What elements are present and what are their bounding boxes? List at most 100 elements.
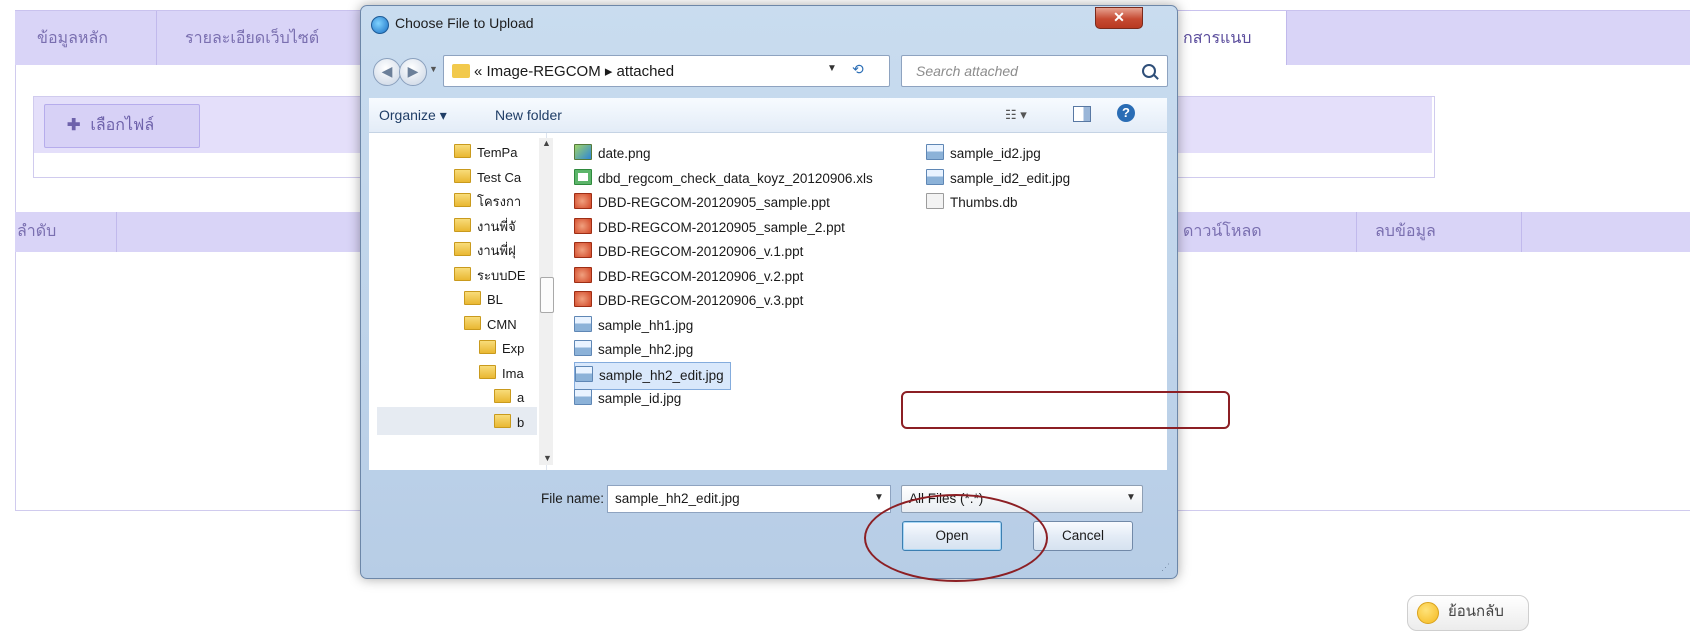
ie-icon [371, 16, 389, 34]
tree-folder-item[interactable]: Ima [479, 362, 524, 386]
search-input[interactable]: Search attached [901, 55, 1168, 87]
file-name: sample_id2.jpg [950, 146, 1041, 161]
address-path[interactable]: « Image-REGCOM ▸ attached [474, 62, 674, 80]
tree-folder-item[interactable]: งานพี่จั [454, 215, 516, 239]
tree-folder-item[interactable]: Test Ca [454, 166, 521, 190]
img-file-icon [574, 315, 592, 332]
file-item[interactable]: DBD-REGCOM-20120905_sample.ppt [574, 190, 830, 216]
folder-icon [454, 217, 471, 232]
new-folder-button[interactable]: New folder [495, 107, 562, 123]
folder-icon [494, 413, 511, 428]
choose-file-dialog: Choose File to Upload ✕ ◀ ▶ ▼ « Image-RE… [360, 5, 1230, 582]
arrow-left-icon: ◀ [381, 63, 393, 79]
file-name: dbd_regcom_check_data_koyz_20120906.xls [598, 170, 873, 186]
file-item[interactable]: dbd_regcom_check_data_koyz_20120906.xls [574, 166, 873, 192]
address-bar[interactable]: « Image-REGCOM ▸ attached ▼ ⟲ [443, 55, 890, 87]
view-options-icon[interactable]: ☷ ▾ [1005, 107, 1027, 123]
tree-folder-item[interactable]: b [494, 411, 524, 435]
folder-icon [452, 64, 470, 78]
tree-folder-label: Test Ca [477, 169, 522, 185]
folder-icon [454, 144, 471, 158]
file-item[interactable]: date.png [574, 141, 651, 167]
scroll-up-icon[interactable]: ▲ [542, 138, 551, 148]
file-name: sample_id.jpg [598, 391, 682, 406]
file-item[interactable]: sample_hh2.jpg [574, 337, 693, 363]
ppt-file-icon [574, 291, 592, 307]
recent-locations-dropdown-icon[interactable]: ▼ [429, 64, 438, 74]
tree-folder-item[interactable]: Exp [479, 337, 524, 361]
folder-tree[interactable]: TemPa Test Ca โครงกางานพี่จังานพี่ฝุระบบDE… [369, 133, 547, 470]
file-name: sample_id2_edit.jpg [950, 170, 1071, 186]
tree-folder-item[interactable]: CMN [464, 313, 517, 337]
tree-folder-label: งานพี่ฝุ [477, 243, 516, 258]
file-name: date.png [598, 146, 651, 161]
organize-menu[interactable]: Organize ▾ [379, 107, 447, 124]
address-dropdown-icon[interactable]: ▼ [827, 63, 837, 74]
dialog-toolbar: Organize ▾ New folder ☷ ▾ ? [369, 98, 1167, 133]
tab-attachments[interactable]: กสารแนบ [1177, 11, 1287, 67]
close-button[interactable]: ✕ [1095, 7, 1143, 29]
ppt-file-icon [574, 266, 592, 283]
help-icon[interactable]: ? [1117, 104, 1135, 122]
cancel-button[interactable]: Cancel [1033, 521, 1133, 551]
file-name: DBD-REGCOM-20120906_v.2.ppt [598, 268, 804, 284]
img-file-icon [926, 168, 944, 185]
ppt-file-icon [574, 242, 592, 258]
tree-folder-item[interactable]: TemPa [454, 141, 517, 165]
file-name: sample_hh1.jpg [598, 317, 694, 333]
tree-folder-label: โครงกา [477, 194, 522, 209]
file-name: DBD-REGCOM-20120905_sample_2.ppt [598, 219, 845, 235]
file-name: DBD-REGCOM-20120905_sample.ppt [598, 195, 830, 210]
file-item[interactable]: DBD-REGCOM-20120906_v.2.ppt [574, 264, 803, 290]
folder-icon [479, 340, 496, 354]
tree-folder-label: ระบบDE [477, 267, 526, 283]
file-item[interactable]: DBD-REGCOM-20120905_sample_2.ppt [574, 215, 845, 241]
chevron-down-icon[interactable]: ▼ [1126, 492, 1136, 503]
tree-folder-label: Ima [502, 365, 524, 381]
dialog-title: Choose File to Upload [395, 15, 534, 31]
img-file-icon [926, 144, 944, 160]
column-download: ดาวน์โหลด [1175, 212, 1357, 252]
chevron-down-icon[interactable]: ▼ [874, 492, 884, 503]
tree-scrollbar-thumb[interactable] [540, 277, 554, 313]
back-button-label: ย้อนกลับ [1448, 603, 1504, 620]
ppt-file-icon [574, 193, 592, 209]
tree-folder-item[interactable]: a [494, 386, 524, 410]
tree-folder-label: งานพี่จั [477, 218, 516, 234]
file-name-input[interactable]: sample_hh2_edit.jpg ▼ [607, 485, 891, 513]
back-button[interactable]: ย้อนกลับ [1407, 595, 1529, 631]
file-item[interactable]: sample_id.jpg [574, 386, 681, 412]
folder-icon [454, 193, 471, 207]
file-item[interactable]: DBD-REGCOM-20120906_v.1.ppt [574, 239, 803, 265]
db-file-icon [926, 193, 944, 209]
choose-file-button[interactable]: ✚ เลือกไฟล์ [44, 104, 200, 148]
search-icon[interactable] [1142, 64, 1156, 78]
refresh-icon[interactable]: ⟲ [852, 61, 864, 78]
annotation-rectangle [901, 391, 1230, 429]
file-item[interactable]: DBD-REGCOM-20120906_v.3.ppt [574, 288, 803, 314]
tree-folder-label: b [517, 414, 525, 430]
nav-forward-button[interactable]: ▶ [399, 58, 427, 86]
folder-icon [479, 364, 496, 379]
file-item[interactable]: sample_id2.jpg [926, 141, 1041, 167]
img-file-icon [575, 365, 593, 382]
file-name-value[interactable]: sample_hh2_edit.jpg [615, 491, 740, 506]
preview-pane-icon[interactable] [1073, 106, 1091, 122]
tree-folder-item[interactable]: งานพี่ฝุ [454, 239, 516, 263]
file-item[interactable]: Thumbs.db [926, 190, 1018, 216]
nav-back-button[interactable]: ◀ [373, 58, 401, 86]
search-placeholder: Search attached [916, 63, 1018, 79]
tab-website-details[interactable]: รายละเอียดเว็บไซต์ [185, 11, 365, 66]
arrow-right-icon: ▶ [407, 63, 419, 79]
file-item[interactable]: sample_hh1.jpg [574, 313, 693, 339]
tree-folder-item[interactable]: BL [464, 288, 503, 312]
scroll-down-icon[interactable]: ▼ [543, 453, 552, 463]
tree-folder-item[interactable]: โครงกา [454, 190, 521, 214]
tree-folder-item[interactable]: ระบบDE [454, 264, 526, 288]
resize-grip-icon[interactable]: ⋰ [1161, 562, 1170, 573]
file-item[interactable]: sample_id2_edit.jpg [926, 166, 1070, 192]
folder-icon [454, 266, 471, 281]
choose-file-label: เลือกไฟล์ [90, 117, 155, 134]
file-name: DBD-REGCOM-20120906_v.1.ppt [598, 244, 804, 259]
tab-main-info[interactable]: ข้อมูลหลัก [15, 11, 157, 66]
